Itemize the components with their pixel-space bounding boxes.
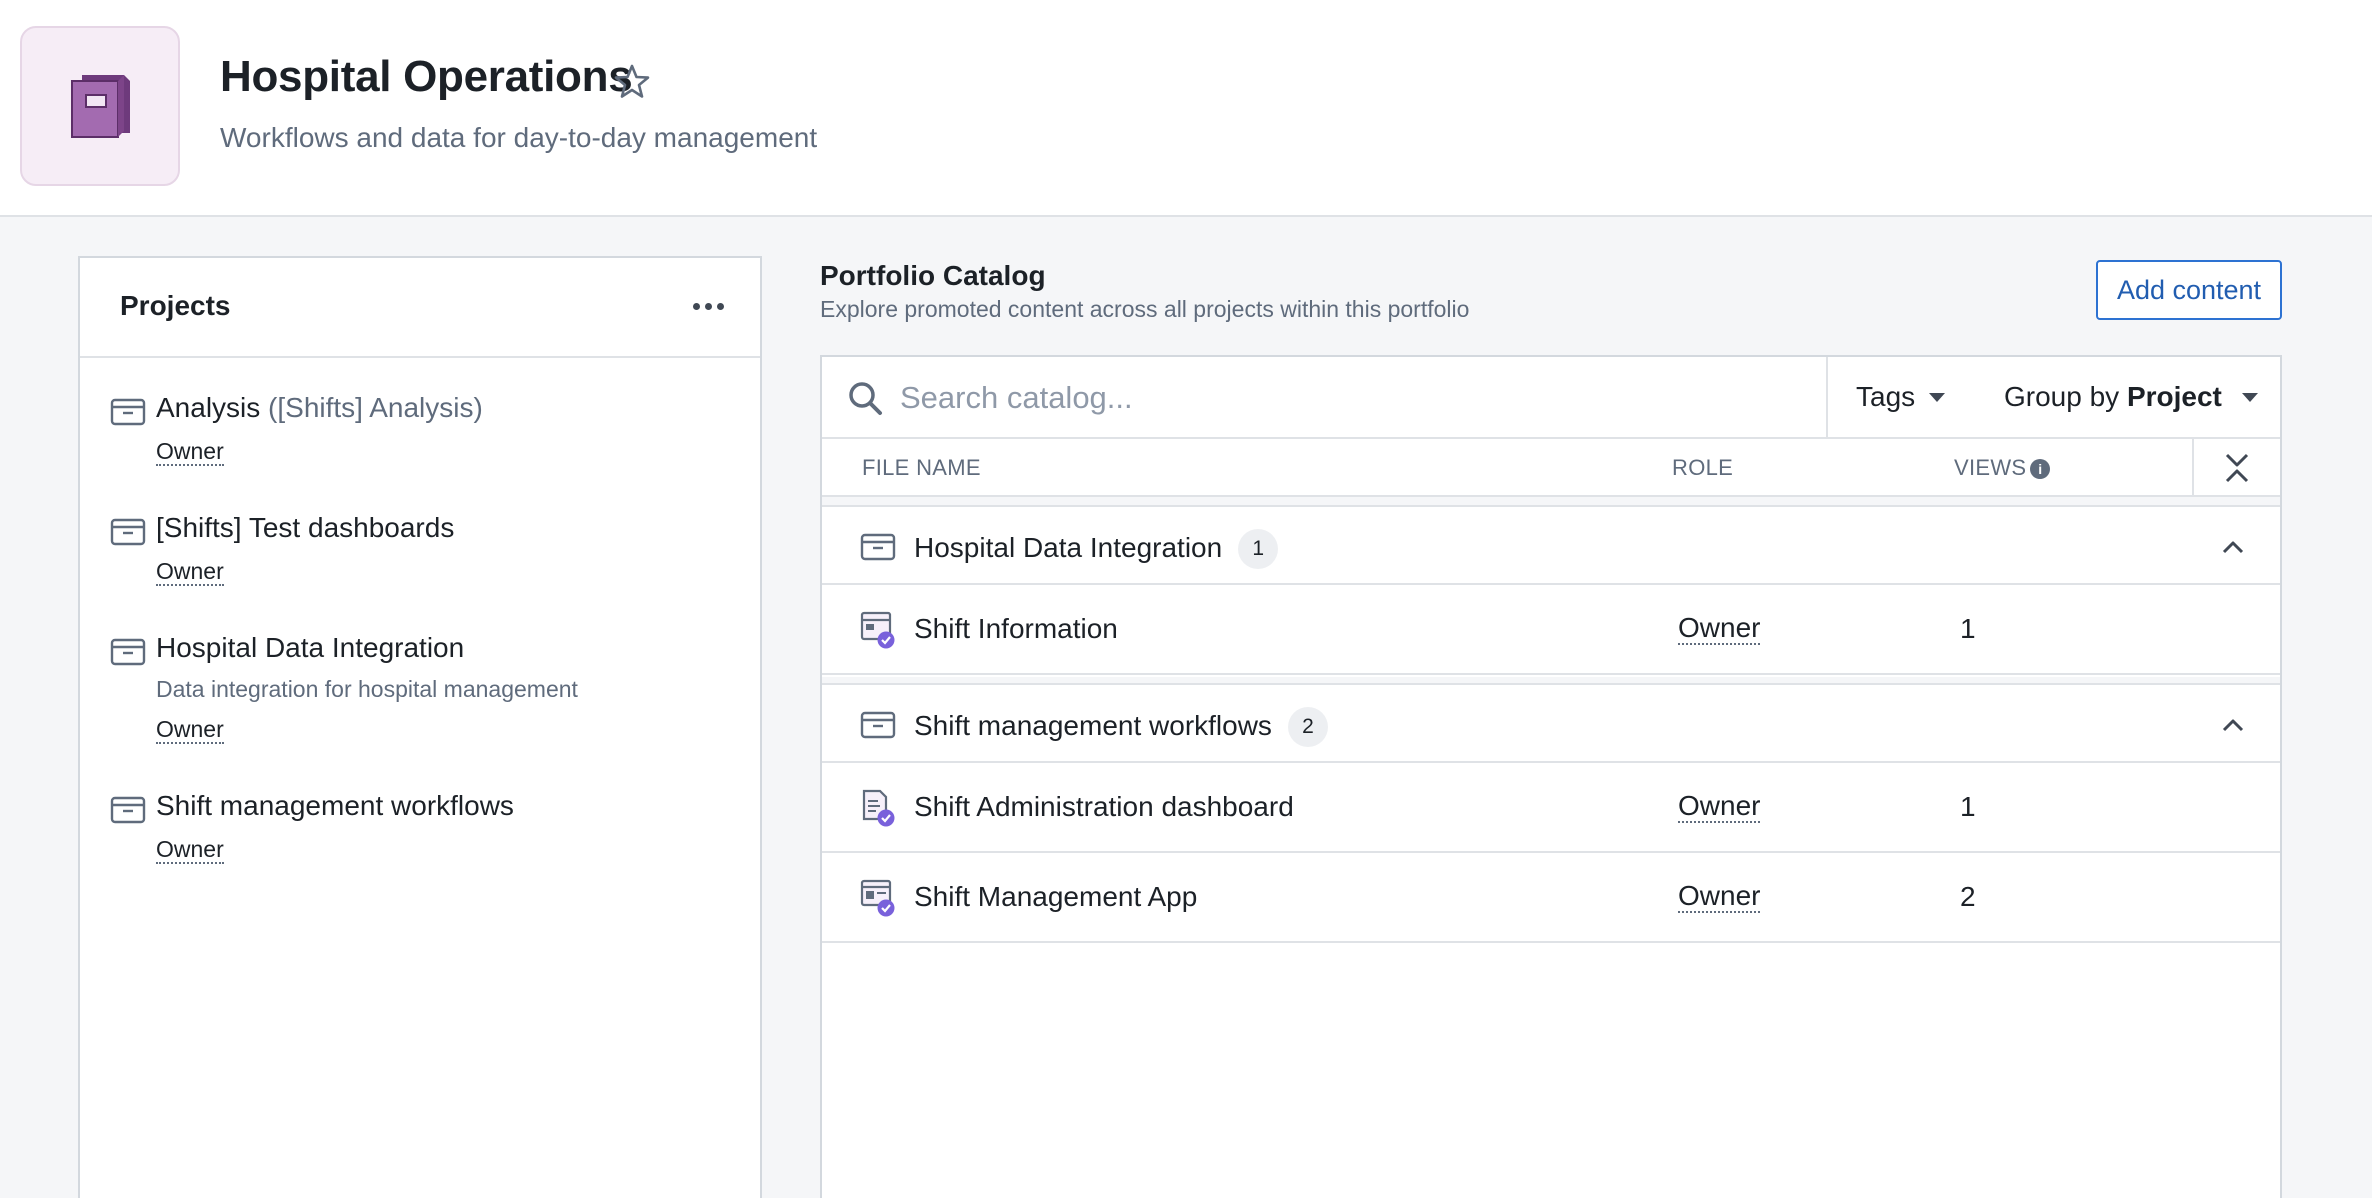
project-description: Data integration for hospital management: [156, 676, 578, 702]
project-role: Owner: [156, 558, 224, 586]
portfolio-book-icon: [20, 26, 180, 186]
project-folder-icon: [110, 796, 146, 824]
item-name[interactable]: Shift Administration dashboard: [914, 791, 1294, 823]
page-subtitle: Workflows and data for day-to-day manage…: [220, 122, 818, 153]
project-role: Owner: [156, 836, 224, 864]
collapse-all-button[interactable]: [2192, 439, 2280, 497]
catalog-item-row[interactable]: Shift Administration dashboard Owner 1: [822, 763, 2280, 853]
project-folder-icon: [110, 398, 146, 426]
object-type-icon: [860, 611, 895, 649]
catalog-group-header[interactable]: Shift management workflows 2: [822, 683, 2280, 763]
item-views: 2: [1960, 881, 1976, 912]
tags-filter-dropdown[interactable]: Tags: [1856, 377, 1946, 417]
item-views: 1: [1960, 791, 1976, 822]
project-name[interactable]: Hospital Data Integration: [156, 632, 464, 664]
item-role: Owner: [1678, 880, 1761, 913]
projects-panel-header: Projects: [80, 258, 760, 358]
info-icon[interactable]: i: [2030, 459, 2051, 479]
portfolio-header: Hospital Operations Workflows and data f…: [0, 0, 2372, 217]
projects-panel-title: Projects: [120, 290, 231, 321]
add-content-button[interactable]: Add content: [2096, 260, 2282, 320]
catalog-toolbar: Tags Group by Project: [822, 357, 2280, 439]
project-name[interactable]: [Shifts] Test dashboards: [156, 512, 454, 544]
projects-panel: Projects Analysis ([Shifts] Analysis) Ow…: [78, 256, 762, 1198]
group-by-dropdown[interactable]: Group by Project: [2004, 377, 2258, 417]
caret-down-icon: [1929, 392, 1946, 402]
table-column-headers: FILE NAME ROLE VIEWS i: [822, 439, 2280, 497]
item-name[interactable]: Shift Information: [914, 613, 1118, 645]
group-count-badge: 2: [1287, 707, 1328, 747]
project-name[interactable]: Shift management workflows: [156, 790, 514, 822]
project-folder-icon: [860, 711, 896, 739]
column-header-role[interactable]: ROLE: [1672, 455, 1733, 481]
catalog-item-row[interactable]: Shift Management App Owner 2: [822, 853, 2280, 943]
item-role: Owner: [1678, 790, 1761, 823]
application-icon: [860, 879, 895, 917]
project-name[interactable]: Analysis ([Shifts] Analysis): [156, 392, 483, 424]
project-folder-icon: [860, 533, 896, 561]
item-views: 1: [1960, 613, 1976, 644]
catalog-title: Portfolio Catalog: [820, 260, 1046, 291]
item-role: Owner: [1678, 612, 1761, 645]
catalog-subtitle: Explore promoted content across all proj…: [820, 296, 1470, 322]
catalog-group-header[interactable]: Hospital Data Integration 1: [822, 505, 2280, 585]
collapse-all-icon: [2225, 453, 2249, 483]
project-folder-icon: [110, 638, 146, 666]
project-folder-icon: [110, 518, 146, 546]
caret-down-icon: [2241, 392, 2258, 402]
project-role: Owner: [156, 716, 224, 744]
project-alias: ([Shifts] Analysis): [268, 392, 483, 423]
catalog-item-row[interactable]: Shift Information Owner 1: [822, 585, 2280, 675]
column-header-views[interactable]: VIEWS i: [1954, 455, 2051, 481]
catalog-search-input[interactable]: [900, 373, 1800, 423]
project-role: Owner: [156, 438, 224, 466]
toolbar-divider: [1826, 357, 1828, 437]
group-separator: [822, 497, 2280, 505]
group-by-prefix: Group by: [2004, 381, 2120, 412]
catalog-table: Tags Group by Project FILE NAME ROLE VIE…: [820, 355, 2282, 1198]
group-name: Shift management workflows 2: [914, 707, 1328, 747]
column-header-file-name[interactable]: FILE NAME: [862, 455, 981, 481]
more-options-button[interactable]: [688, 286, 728, 326]
search-icon: [849, 382, 882, 415]
tags-filter-label: Tags: [1856, 381, 1916, 412]
group-name: Hospital Data Integration 1: [914, 529, 1279, 569]
favorite-star-icon[interactable]: [612, 62, 652, 102]
dashboard-icon: [862, 789, 895, 827]
page-title: Hospital Operations: [220, 52, 633, 101]
item-name[interactable]: Shift Management App: [914, 881, 1197, 913]
group-by-value: Project: [2126, 381, 2222, 412]
chevron-up-icon[interactable]: [2218, 533, 2248, 563]
group-count-badge: 1: [1238, 529, 1279, 569]
chevron-up-icon[interactable]: [2218, 711, 2248, 741]
